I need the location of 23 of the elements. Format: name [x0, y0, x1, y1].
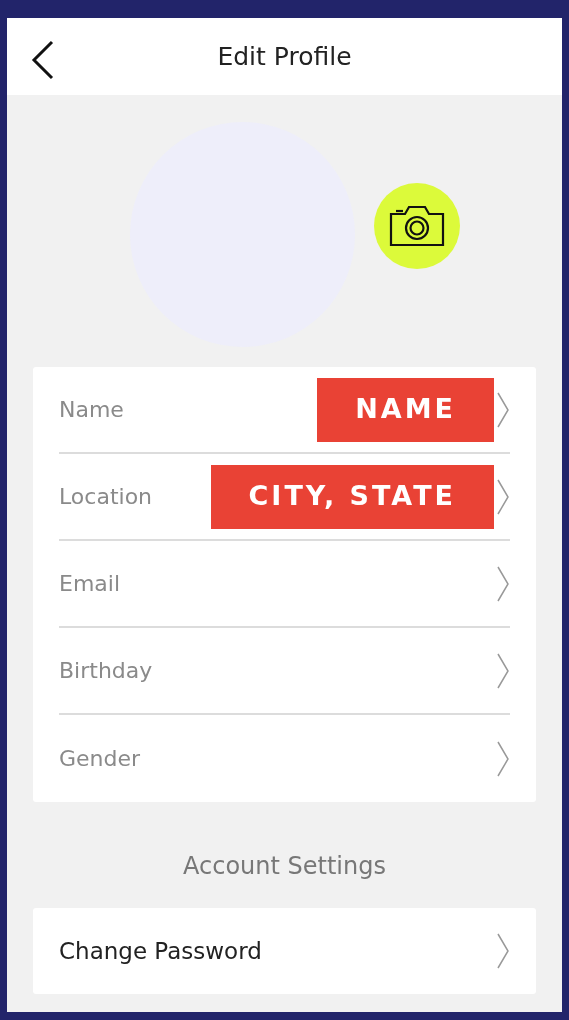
field-label: Name — [59, 396, 124, 424]
field-label: Birthday — [59, 657, 153, 685]
back-icon — [30, 40, 56, 80]
profile-field-row[interactable]: Location CITY, STATE — [59, 454, 510, 541]
camera-icon — [388, 204, 446, 248]
profile-field-row[interactable]: Gender — [59, 715, 510, 802]
field-value: CITY, STATE — [210, 464, 494, 529]
chevron-icon — [496, 478, 510, 515]
field-label: Gender — [59, 745, 141, 773]
page-title: Edit Profile — [217, 40, 352, 73]
profile-field-row[interactable]: Email — [59, 541, 510, 628]
field-label: Location — [59, 483, 153, 511]
chevron-icon — [496, 391, 510, 428]
profile-field-row[interactable]: Name NAME — [59, 367, 510, 454]
field-value: NAME — [317, 377, 494, 442]
chevron-icon — [496, 652, 510, 689]
chevron-icon — [496, 933, 510, 969]
chevron-icon — [496, 565, 510, 602]
settings-label: Change Password — [59, 936, 263, 966]
field-label: Email — [59, 570, 121, 598]
profile-field-row[interactable]: Birthday — [59, 628, 510, 715]
chevron-icon — [496, 740, 510, 777]
section-heading: Account Settings — [182, 851, 387, 882]
